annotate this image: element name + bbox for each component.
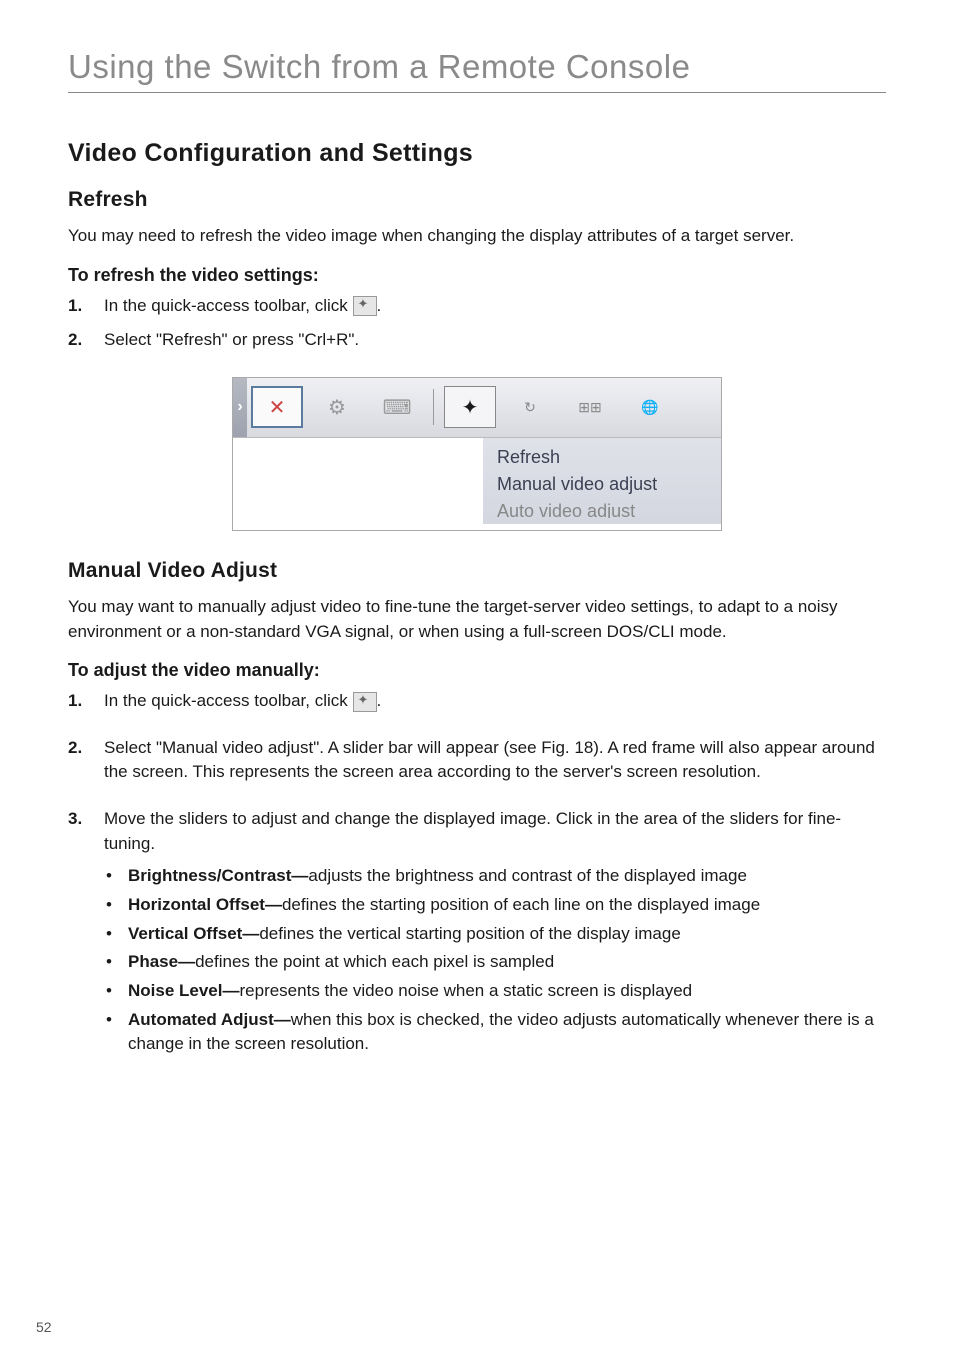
bullet-icon: • — [106, 950, 128, 975]
bullet-phase: • Phase—defines the point at which each … — [106, 950, 886, 975]
drag-handle-icon: › — [233, 378, 247, 437]
menu-item-manual: Manual video adjust — [497, 471, 707, 498]
bullet-icon: • — [106, 893, 128, 918]
bullet-noise: • Noise Level—represents the video noise… — [106, 979, 886, 1004]
bullet-label: Noise Level— — [128, 981, 240, 1000]
step-3-text: Move the sliders to adjust and change th… — [104, 809, 841, 853]
toolbar-mockup: › ✕ ⚙ ⌨ ✦ ↻ ⊞⊞ 🌐 Refresh Manual video ad… — [232, 377, 722, 531]
manual-label: To adjust the video manually: — [68, 660, 886, 681]
close-icon: ✕ — [251, 386, 303, 428]
refresh-label: To refresh the video settings: — [68, 265, 886, 286]
bullet-content: Brightness/Contrast—adjusts the brightne… — [128, 864, 886, 889]
keyboard-icon: ⌨ — [371, 386, 423, 428]
toolbar-screenshot: › ✕ ⚙ ⌨ ✦ ↻ ⊞⊞ 🌐 Refresh Manual video ad… — [68, 377, 886, 531]
manual-intro: You may want to manually adjust video to… — [68, 595, 886, 644]
bullet-content: Noise Level—represents the video noise w… — [128, 979, 886, 1004]
bullet-content: Vertical Offset—defines the vertical sta… — [128, 922, 886, 947]
step-text-end: . — [377, 296, 382, 315]
video-settings-icon — [353, 296, 377, 316]
bullet-icon: • — [106, 864, 128, 889]
step-text: In the quick-access toolbar, click — [104, 691, 353, 710]
bullet-icon: • — [106, 1008, 128, 1057]
manual-step-3: 3. Move the sliders to adjust and change… — [68, 807, 886, 1061]
step-content: In the quick-access toolbar, click . — [104, 689, 886, 714]
bullet-text: represents the video noise when a static… — [240, 981, 693, 1000]
bullet-vertical: • Vertical Offset—defines the vertical s… — [106, 922, 886, 947]
page-number: 52 — [36, 1319, 52, 1335]
toolbar-divider — [433, 389, 434, 425]
refresh-step-1: 1. In the quick-access toolbar, click . — [68, 294, 886, 319]
manual-heading: Manual Video Adjust — [68, 559, 886, 583]
bullet-content: Phase—defines the point at which each pi… — [128, 950, 886, 975]
bullet-label: Vertical Offset— — [128, 924, 259, 943]
bullet-content: Automated Adjust—when this box is checke… — [128, 1008, 886, 1057]
bullet-label: Brightness/Contrast— — [128, 866, 308, 885]
bullet-horizontal: • Horizontal Offset—defines the starting… — [106, 893, 886, 918]
video-settings-icon — [353, 692, 377, 712]
step-number: 2. — [68, 736, 104, 785]
strip-left-group: › ✕ ⚙ ⌨ — [233, 378, 427, 437]
step-text: In the quick-access toolbar, click — [104, 296, 353, 315]
menu-item-refresh: Refresh — [497, 444, 707, 471]
step-text-end: . — [377, 691, 382, 710]
step-number: 1. — [68, 294, 104, 319]
refresh-step-2: 2. Select "Refresh" or press "Crl+R". — [68, 328, 886, 353]
step-number: 3. — [68, 807, 104, 1061]
step-content: Select "Manual video adjust". A slider b… — [104, 736, 886, 785]
title-divider — [68, 92, 886, 93]
bullet-label: Horizontal Offset— — [128, 895, 282, 914]
step-content: In the quick-access toolbar, click . — [104, 294, 886, 319]
manual-step-1: 1. In the quick-access toolbar, click . — [68, 689, 886, 714]
step-content: Move the sliders to adjust and change th… — [104, 807, 886, 1061]
step-number: 1. — [68, 689, 104, 714]
refresh-intro: You may need to refresh the video image … — [68, 224, 886, 249]
bullet-list: • Brightness/Contrast—adjusts the bright… — [106, 864, 886, 1056]
bullet-automated: • Automated Adjust—when this box is chec… — [106, 1008, 886, 1057]
refresh-heading: Refresh — [68, 188, 886, 212]
page-title: Using the Switch from a Remote Console — [68, 48, 886, 86]
bullet-text: defines the vertical starting position o… — [259, 924, 680, 943]
bullet-icon: • — [106, 922, 128, 947]
toolbar-strip: › ✕ ⚙ ⌨ ✦ ↻ ⊞⊞ 🌐 — [233, 378, 721, 438]
bullet-text: adjusts the brightness and contrast of t… — [308, 866, 747, 885]
bullet-label: Phase— — [128, 952, 195, 971]
menu-item-auto: Auto video adjust — [497, 498, 707, 518]
refresh-icon: ↻ — [504, 386, 556, 428]
video-menu-dropdown: Refresh Manual video adjust Auto video a… — [483, 438, 721, 524]
video-adjust-icon: ✦ — [444, 386, 496, 428]
bullet-icon: • — [106, 979, 128, 1004]
bullet-text: defines the point at which each pixel is… — [195, 952, 554, 971]
globe-icon: 🌐 — [624, 386, 676, 428]
step-number: 2. — [68, 328, 104, 353]
section-title: Video Configuration and Settings — [68, 139, 886, 168]
bullet-brightness: • Brightness/Contrast—adjusts the bright… — [106, 864, 886, 889]
manual-step-2: 2. Select "Manual video adjust". A slide… — [68, 736, 886, 785]
window-icon: ⊞⊞ — [564, 386, 616, 428]
bullet-content: Horizontal Offset—defines the starting p… — [128, 893, 886, 918]
bullet-label: Automated Adjust— — [128, 1010, 291, 1029]
settings-icon: ⚙ — [311, 386, 363, 428]
step-content: Select "Refresh" or press "Crl+R". — [104, 328, 886, 353]
bullet-text: defines the starting position of each li… — [282, 895, 760, 914]
